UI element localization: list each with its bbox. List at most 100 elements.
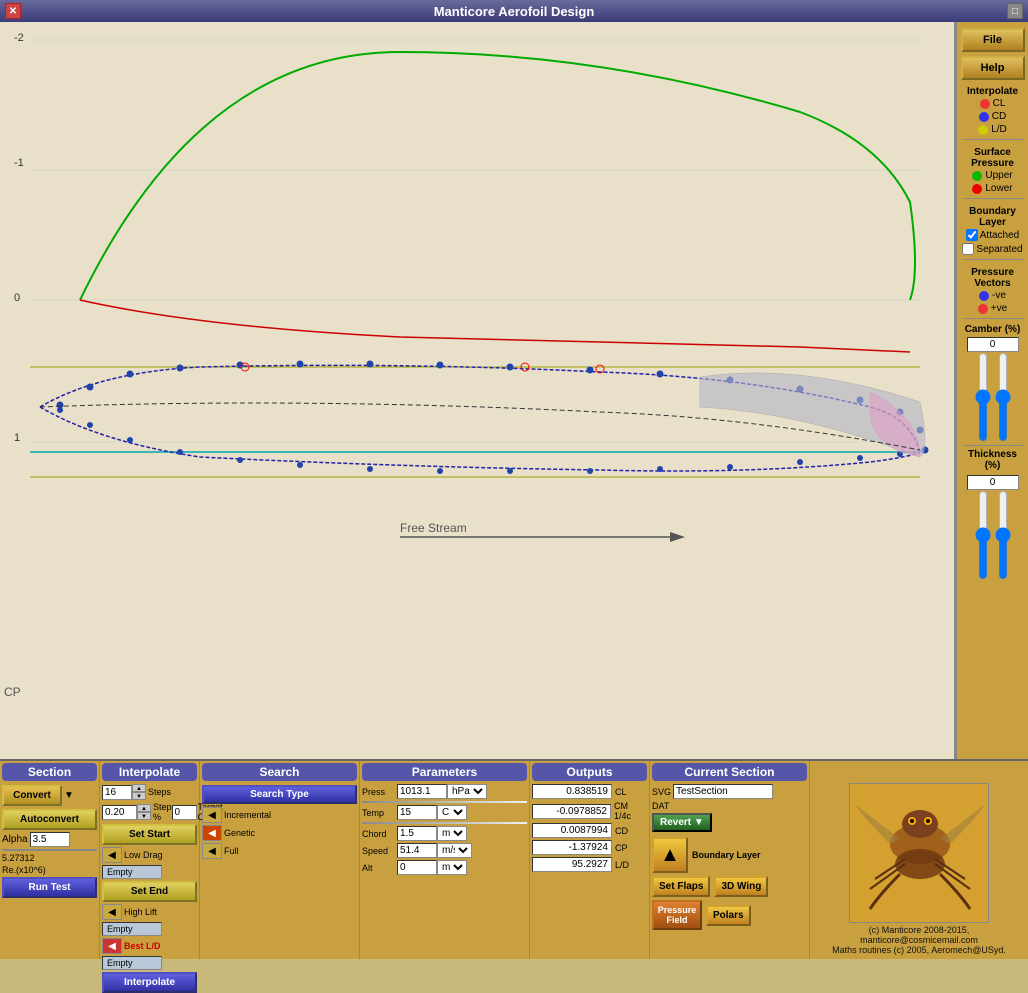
chord-unit-select[interactable]: m.: [437, 826, 467, 841]
alt-label: Alt: [362, 863, 397, 873]
step-pct-label: Step %: [153, 802, 172, 822]
chord-label: Chord: [362, 829, 397, 839]
file-button[interactable]: File: [961, 28, 1025, 52]
out1-row: 0.838519 CL: [532, 784, 647, 799]
alt-unit-select[interactable]: m.: [437, 860, 467, 875]
search-panel: Search Search Type ◀ Incremental ◀ Genet…: [200, 761, 360, 959]
convert-arrow: ▼: [64, 790, 74, 801]
set-flaps-button[interactable]: Set Flaps: [652, 876, 710, 897]
out5-value: 95.2927: [532, 857, 612, 872]
section-title: Section: [2, 763, 97, 781]
parameters-title: Parameters: [362, 763, 527, 781]
lower-text: Lower: [985, 183, 1012, 194]
genetic-arrow[interactable]: ◀: [202, 825, 222, 841]
run-test-button[interactable]: Run Test: [2, 877, 97, 898]
full-arrow[interactable]: ◀: [202, 843, 222, 859]
autoconvert-button[interactable]: Autoconvert: [2, 809, 97, 830]
camber-slider-container: [974, 352, 1012, 442]
alpha-row: Alpha: [2, 832, 97, 847]
full-row: ◀ Full: [202, 843, 357, 859]
separated-label: Separated: [976, 244, 1022, 255]
temp-row: Temp C: [362, 805, 527, 820]
svg-text:Free Stream: Free Stream: [400, 521, 467, 535]
empty2-row: Empty: [102, 922, 197, 936]
polars-button[interactable]: Polars: [706, 905, 751, 926]
step-pct-down[interactable]: ▼: [137, 812, 151, 820]
interpolate-button[interactable]: Interpolate: [102, 972, 197, 993]
svg-label: SVG: [652, 787, 671, 797]
re-label: Re.(x10^6): [2, 865, 46, 875]
set-start-button[interactable]: Set Start: [102, 824, 197, 845]
upper-text: Upper: [985, 170, 1012, 181]
out4-label: CP: [615, 843, 628, 853]
thickness-value-display: 0: [967, 475, 1019, 490]
steps-down[interactable]: ▼: [132, 792, 146, 800]
section-name-input[interactable]: [673, 784, 773, 799]
best-ld-arrow[interactable]: ◀: [102, 938, 122, 954]
pressure-vectors-label: Pressure Vectors: [961, 267, 1024, 289]
temp-unit-select[interactable]: C: [437, 805, 467, 820]
cp-label: CP: [4, 685, 21, 699]
high-lift-arrow[interactable]: ◀: [102, 904, 122, 920]
alpha-input[interactable]: [30, 832, 70, 847]
temp-input[interactable]: [397, 805, 437, 820]
out1-label: CL: [615, 787, 627, 797]
incremental-arrow[interactable]: ◀: [202, 807, 222, 823]
chart-area: -2 -1 0 1: [0, 22, 956, 759]
out5-row: 95.2927 L/D: [532, 857, 647, 872]
camber-slider[interactable]: [974, 352, 992, 442]
close-button[interactable]: ✕: [5, 3, 21, 19]
three-d-wing-button[interactable]: 3D Wing: [714, 876, 768, 897]
chord-input[interactable]: [397, 826, 437, 841]
press-input[interactable]: [397, 784, 447, 799]
dat-label: DAT: [652, 801, 669, 811]
out3-row: 0.0087994 CD: [532, 823, 647, 838]
set-end-button[interactable]: Set End: [102, 881, 197, 902]
help-button[interactable]: Help: [961, 56, 1025, 80]
empty3-display: Empty: [102, 956, 162, 970]
steps-up[interactable]: ▲: [132, 784, 146, 792]
pressure-field-button[interactable]: Pressure Field: [652, 900, 702, 930]
thickness-slider-container: [974, 490, 1012, 580]
target-cl-input[interactable]: [172, 805, 197, 820]
upper-dot: [972, 171, 982, 181]
step-pct-spin-buttons: ▲ ▼: [137, 804, 151, 820]
low-drag-arrow[interactable]: ◀: [102, 847, 122, 863]
out1-value: 0.838519: [532, 784, 612, 799]
thickness-slider2[interactable]: [994, 490, 1012, 580]
boundary-layer-label-col: Boundary Layer: [692, 850, 761, 860]
revert-button[interactable]: Revert ▼: [652, 813, 712, 832]
titlebar: ✕ Manticore Aerofoil Design □: [0, 0, 1028, 22]
neg-ve-dot: [979, 291, 989, 301]
attached-checkbox[interactable]: [966, 229, 978, 241]
separated-checkbox[interactable]: [962, 243, 974, 255]
best-ld-label: Best L/D: [124, 941, 161, 951]
convert-button[interactable]: Convert: [2, 785, 62, 806]
maximize-button[interactable]: □: [1007, 3, 1023, 19]
pos-ve-dot: [978, 304, 988, 314]
speed-input[interactable]: [397, 843, 437, 858]
chart-svg: Free Stream: [0, 22, 930, 562]
camber-slider2[interactable]: [994, 352, 1012, 442]
alt-input[interactable]: [397, 860, 437, 875]
step-pct-up[interactable]: ▲: [137, 804, 151, 812]
empty1-row: Empty: [102, 865, 197, 879]
steps-spinbox: ▲ ▼: [102, 784, 146, 800]
current-section-title: Current Section: [652, 763, 807, 781]
outputs-title: Outputs: [532, 763, 647, 781]
chord-row: Chord m.: [362, 826, 527, 841]
pos-ve-text: +ve: [991, 303, 1007, 314]
speed-unit-select[interactable]: m/s: [437, 843, 472, 858]
copyright-text: (c) Manticore 2008-2015,: [832, 925, 1006, 935]
interpolate-title: Interpolate: [102, 763, 197, 781]
cd-legend: CD: [979, 111, 1006, 122]
alt-row: Alt m.: [362, 860, 527, 875]
boundary-layer-up-arrow[interactable]: ▲: [652, 837, 688, 873]
press-unit-select[interactable]: hPa: [447, 784, 487, 799]
outputs-panel: Outputs 0.838519 CL -0.0978852 CM 1/4c 0…: [530, 761, 650, 959]
steps-input[interactable]: [102, 785, 132, 800]
thickness-slider[interactable]: [974, 490, 992, 580]
ld-text: L/D: [991, 124, 1007, 135]
step-pct-input[interactable]: [102, 805, 137, 820]
press-label: Press: [362, 787, 397, 797]
